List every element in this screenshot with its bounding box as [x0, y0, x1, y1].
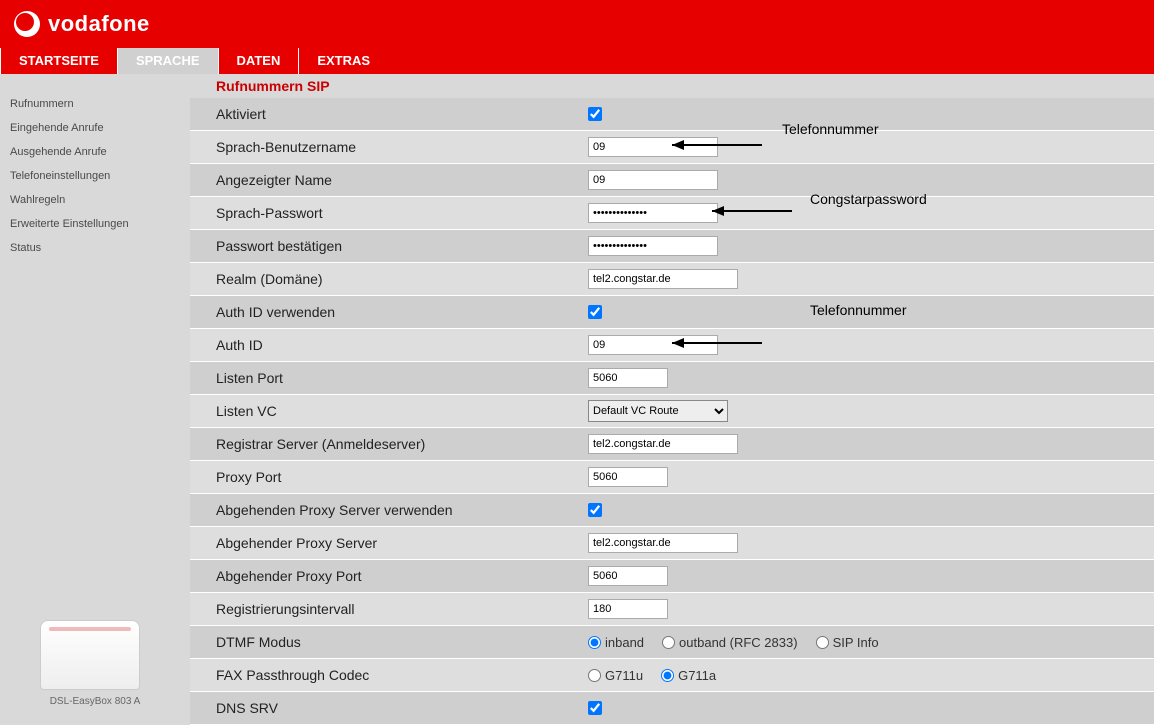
brand-logo: vodafone — [14, 11, 150, 37]
label-proxy-port: Proxy Port — [190, 461, 582, 493]
vodafone-icon — [14, 11, 40, 37]
sidebar-item-rufnummern[interactable]: Rufnummern — [10, 92, 176, 116]
nav-sprache[interactable]: SPRACHE — [117, 48, 218, 74]
sidebar-item-telefoneinstellungen[interactable]: Telefoneinstellungen — [10, 164, 176, 188]
input-passwort-best[interactable] — [588, 236, 718, 256]
radio-dtmf-sipinfo[interactable] — [816, 636, 829, 649]
radio-label: outband (RFC 2833) — [679, 635, 798, 650]
nav-startseite[interactable]: STARTSEITE — [0, 48, 117, 74]
label-dtmf: DTMF Modus — [190, 626, 582, 658]
sidebar-item-eingehende[interactable]: Eingehende Anrufe — [10, 116, 176, 140]
sidebar: Rufnummern Eingehende Anrufe Ausgehende … — [0, 74, 190, 725]
input-reg-interval[interactable] — [588, 599, 668, 619]
sidebar-item-wahlregeln[interactable]: Wahlregeln — [10, 188, 176, 212]
radio-label: inband — [605, 635, 644, 650]
checkbox-dns-srv[interactable] — [588, 701, 602, 715]
label-auth-id-use: Auth ID verwenden — [190, 296, 582, 328]
input-out-proxy[interactable] — [588, 533, 738, 553]
brand-text: vodafone — [48, 11, 150, 37]
label-aktiviert: Aktiviert — [190, 98, 582, 130]
label-out-proxy-port: Abgehender Proxy Port — [190, 560, 582, 592]
device-label: DSL-EasyBox 803 A — [40, 696, 150, 707]
label-listen-vc: Listen VC — [190, 395, 582, 427]
label-listen-port: Listen Port — [190, 362, 582, 394]
sip-form: Aktiviert Sprach-Benutzername Telefonnum… — [190, 98, 1154, 725]
select-listen-vc[interactable]: Default VC Route — [588, 400, 728, 422]
checkbox-aktiviert[interactable] — [588, 107, 602, 121]
main-content: Rufnummern SIP Aktiviert Sprach-Benutzer… — [190, 74, 1154, 725]
input-out-proxy-port[interactable] — [588, 566, 668, 586]
radio-label: G711a — [678, 668, 716, 683]
radio-label: SIP Info — [833, 635, 879, 650]
label-registrar: Registrar Server (Anmeldeserver) — [190, 428, 582, 460]
header: vodafone — [0, 0, 1154, 48]
input-sprach-passwort[interactable] — [588, 203, 718, 223]
page-title: Rufnummern SIP — [190, 74, 1154, 98]
checkbox-auth-id[interactable] — [588, 305, 602, 319]
label-angezeigter-name: Angezeigter Name — [190, 164, 582, 196]
input-auth-id[interactable] — [588, 335, 718, 355]
label-passwort-best: Passwort bestätigen — [190, 230, 582, 262]
checkbox-out-proxy[interactable] — [588, 503, 602, 517]
label-out-proxy-use: Abgehenden Proxy Server verwenden — [190, 494, 582, 526]
radio-dtmf-outband[interactable] — [662, 636, 675, 649]
radio-fax-g711a[interactable] — [661, 669, 674, 682]
input-angezeigter-name[interactable] — [588, 170, 718, 190]
label-auth-id: Auth ID — [190, 329, 582, 361]
label-sprach-passwort: Sprach-Passwort — [190, 197, 582, 229]
arrow-icon — [712, 205, 802, 220]
sidebar-item-erweiterte[interactable]: Erweiterte Einstellungen — [10, 212, 176, 236]
nav-daten[interactable]: DATEN — [218, 48, 299, 74]
input-proxy-port[interactable] — [588, 467, 668, 487]
annotation-tel2: Telefonnummer — [810, 302, 907, 318]
input-realm[interactable] — [588, 269, 738, 289]
radio-fax-g711u[interactable] — [588, 669, 601, 682]
router-icon — [40, 620, 140, 690]
label-dns-srv: DNS SRV — [190, 692, 582, 724]
nav-extras[interactable]: EXTRAS — [298, 48, 388, 74]
label-out-proxy: Abgehender Proxy Server — [190, 527, 582, 559]
input-listen-port[interactable] — [588, 368, 668, 388]
radio-label: G711u — [605, 668, 643, 683]
main-nav: STARTSEITE SPRACHE DATEN EXTRAS — [0, 48, 1154, 74]
sidebar-item-status[interactable]: Status — [10, 236, 176, 260]
input-registrar[interactable] — [588, 434, 738, 454]
label-fax: FAX Passthrough Codec — [190, 659, 582, 691]
label-reg-interval: Registrierungsintervall — [190, 593, 582, 625]
label-realm: Realm (Domäne) — [190, 263, 582, 295]
radio-dtmf-inband[interactable] — [588, 636, 601, 649]
input-sprach-user[interactable] — [588, 137, 718, 157]
sidebar-item-ausgehende[interactable]: Ausgehende Anrufe — [10, 140, 176, 164]
label-sprach-user: Sprach-Benutzername — [190, 131, 582, 163]
